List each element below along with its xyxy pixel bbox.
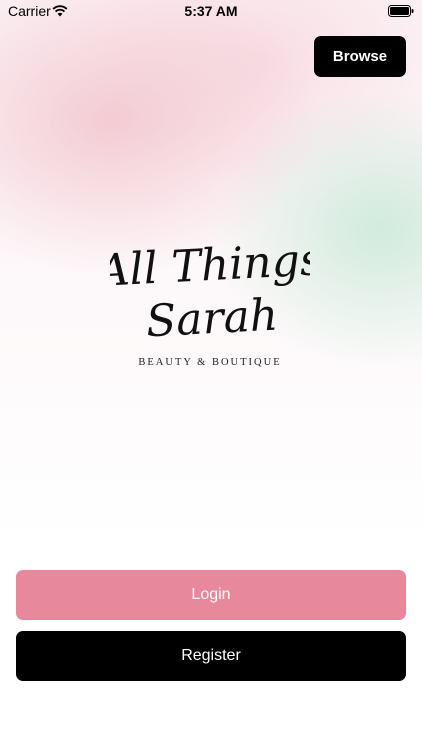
- status-bar: Carrier 5:37 AM: [0, 0, 422, 22]
- logo-line2: Sarah: [145, 290, 279, 348]
- logo-line1: All Things: [110, 234, 310, 297]
- logo-tagline: BEAUTY & BOUTIQUE: [138, 357, 281, 368]
- login-button[interactable]: Login: [16, 570, 406, 620]
- clock: 5:37 AM: [184, 3, 238, 19]
- battery-icon: [388, 5, 414, 17]
- brand-logo: All Things Sarah BEAUTY & BOUTIQUE: [110, 205, 310, 380]
- register-button[interactable]: Register: [16, 631, 406, 681]
- browse-button[interactable]: Browse: [314, 36, 406, 77]
